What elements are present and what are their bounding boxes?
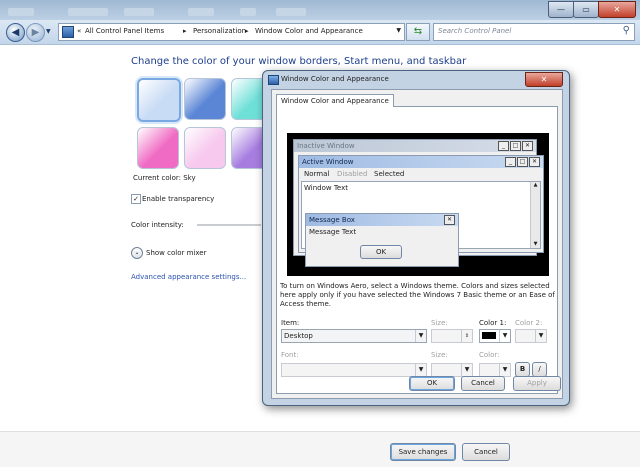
color-swatch-fuchsia[interactable] [137,127,179,169]
color-intensity-label: Color intensity: [131,221,184,229]
dialog-close-button[interactable]: ✕ [525,72,563,87]
toolbar-ghost-3 [124,8,154,16]
enable-transparency-label: Enable transparency [142,195,215,203]
chevron-down-icon: ▼ [499,364,510,376]
breadcrumb-personalization[interactable]: Personalization [193,27,246,35]
menu-selected: Selected [374,170,405,178]
breadcrumb-chevrons[interactable]: « [77,27,81,35]
color1-picker[interactable]: ▼ [479,329,511,343]
toolbar-ghost-6 [276,8,306,16]
italic-button[interactable]: / [532,362,547,377]
window-color-dialog: Window Color and Appearance ✕ Window Col… [262,70,570,406]
search-input[interactable]: Search Control Panel ⚲ [433,23,635,41]
font-color-label: Color: [479,351,500,359]
page-title: Change the color of your window borders,… [131,56,467,67]
window-text: Window Text [304,184,348,192]
bold-button[interactable]: B [515,362,530,377]
color2-label: Color 2: [515,319,543,327]
item-label: Item: [281,319,300,327]
item-size-label: Size: [431,319,448,327]
chevron-down-icon: ▼ [415,364,426,376]
message-text: Message Text [309,228,357,236]
cancel-button[interactable]: Cancel [462,443,510,461]
breadcrumb-all-items[interactable]: All Control Panel Items [85,27,164,35]
current-color-value: Sky [183,174,196,182]
enable-transparency-checkbox[interactable]: ✓ [131,194,141,204]
toolbar-ghost-2 [68,8,108,16]
color-swatch-blush[interactable] [184,127,226,169]
preview-scrollbar: ▲ ▼ [530,182,540,248]
color-swatch-sky[interactable] [137,78,181,122]
toolbar-ghost-1 [8,8,34,16]
dialog-cancel-button[interactable]: Cancel [461,376,505,391]
color-swatch-blue[interactable] [184,78,226,120]
preview-message-box: Message Box ✕ Message Text OK [305,213,459,267]
color1-swatch [482,332,496,339]
active-caption-buttons: _ □ ✕ [504,157,540,167]
toolbar-ghost-4 [188,8,214,16]
info-text: To turn on Windows Aero, select a Window… [280,282,555,308]
dialog-title: Window Color and Appearance [281,75,389,83]
chevron-down-icon: ▼ [499,330,510,342]
show-color-mixer-label[interactable]: Show color mixer [146,249,206,257]
back-arrow-icon[interactable]: ◀ [6,23,25,42]
color2-picker[interactable]: ▼ [515,329,547,343]
dialog-app-icon [268,75,279,85]
breadcrumb-separator-1[interactable]: ▸ [183,27,187,35]
close-button[interactable]: ✕ [598,1,636,18]
message-box-close: ✕ [443,215,455,225]
address-bar[interactable]: « All Control Panel Items ▸ Personalizat… [58,23,405,41]
bottom-bar [0,431,640,467]
recent-pages-chevron-icon[interactable]: ▼ [46,28,51,35]
address-dropdown-icon[interactable]: ▼ [396,27,401,34]
appearance-preview: Inactive Window _ □ ✕ Active Window _ □ ✕ No… [287,133,549,276]
breadcrumb-window-color[interactable]: Window Color and Appearance [255,27,363,35]
forward-arrow-icon[interactable]: ▶ [26,23,45,42]
spinner-arrows-icon: ⇕ [461,330,472,342]
toolbar-ghost-5 [240,8,256,16]
chevron-down-icon: ▼ [415,330,426,342]
chevron-down-icon[interactable]: ⌄ [131,247,143,259]
font-select[interactable]: ▼ [281,363,427,377]
item-size-spinner[interactable]: ⇕ [431,329,473,343]
tab-panel: Inactive Window _ □ ✕ Active Window _ □ ✕ No… [276,106,558,394]
menu-disabled: Disabled [337,170,368,178]
chevron-down-icon: ▼ [535,330,546,342]
save-changes-button[interactable]: Save changes [390,443,456,461]
minimize-button[interactable]: — [548,1,574,18]
dialog-body: Window Color and Appearance Inactive Win… [271,89,563,399]
dialog-apply-button[interactable]: Apply [513,376,561,391]
preview-ok-button: OK [360,245,402,259]
font-label: Font: [281,351,299,359]
font-size-label: Size: [431,351,448,359]
item-select-value: Desktop [284,332,313,340]
font-size-select[interactable]: ▼ [431,363,473,377]
menu-normal: Normal [304,170,330,178]
tab-window-color[interactable]: Window Color and Appearance [276,94,394,107]
breadcrumb-separator-2[interactable]: ▸ [245,27,249,35]
control-panel-icon [62,26,74,38]
chevron-down-icon: ▼ [461,364,472,376]
refresh-icon[interactable]: ⇆ [406,23,430,41]
message-box-title: Message Box [306,214,458,226]
color-intensity-slider[interactable] [197,224,261,226]
search-placeholder: Search Control Panel [438,27,512,35]
inactive-caption-buttons: _ □ ✕ [497,141,533,151]
advanced-appearance-link[interactable]: Advanced appearance settings... [131,273,246,281]
search-icon[interactable]: ⚲ [623,25,630,36]
window-controls: — ▭ ✕ [548,0,636,18]
navigation-bar: ◀ ▶ ▼ « All Control Panel Items ▸ Person… [0,20,640,45]
item-select[interactable]: Desktop ▼ [281,329,427,343]
window-top-strip: — ▭ ✕ [0,0,640,20]
dialog-ok-button[interactable]: OK [409,376,455,391]
maximize-button[interactable]: ▭ [573,1,599,18]
current-color-label: Current color: Sky [133,174,196,182]
font-color-picker[interactable]: ▼ [479,363,511,377]
color1-label: Color 1: [479,319,507,327]
